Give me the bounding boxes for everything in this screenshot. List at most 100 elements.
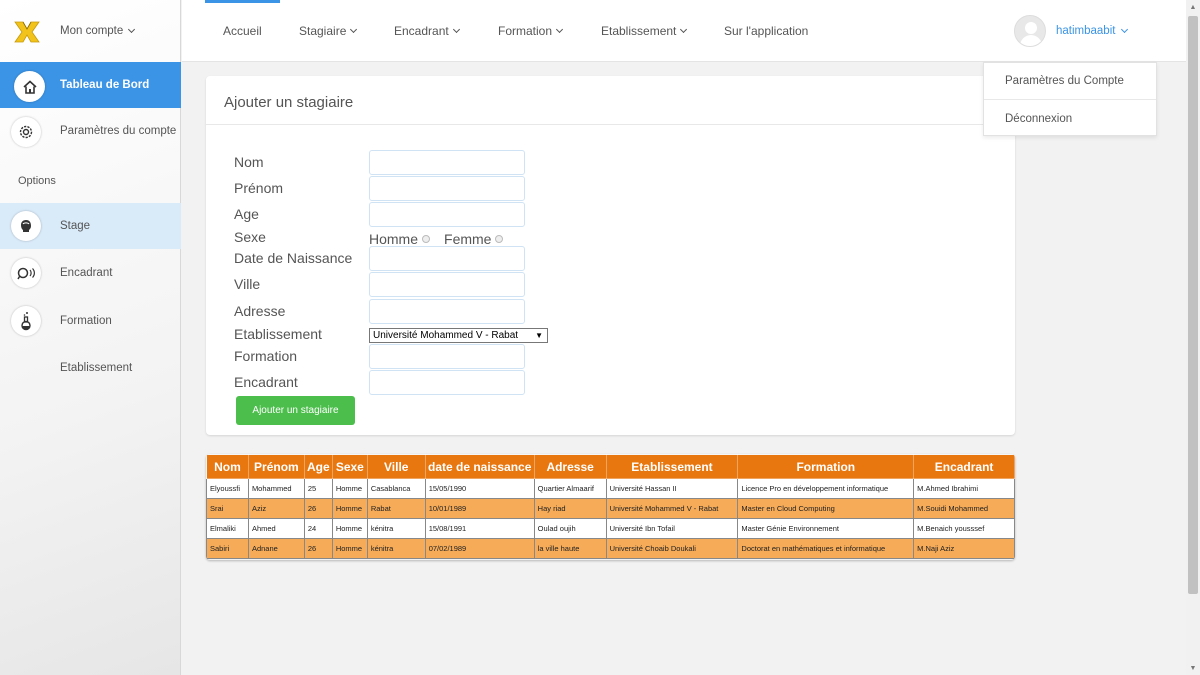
add-intern-panel: Ajouter un stagiaire Nom Prénom Age Sexe… — [206, 76, 1015, 435]
account-menu-label: Mon compte — [60, 25, 124, 37]
column-header: Prénom — [247, 454, 305, 479]
prenom-label: Prénom — [234, 180, 284, 196]
table-body: Elyoussfi Mohammed 25 Homme Casablanca 15/05/… — [206, 478, 1015, 559]
column-header: Sexe — [331, 454, 368, 479]
logo-icon — [14, 21, 40, 43]
nav-item-label: Etablissement — [601, 24, 677, 38]
nav-item-formation[interactable]: Formation — [498, 24, 564, 38]
gear-icon — [11, 117, 41, 147]
birthdate-label: Date de Naissance — [234, 250, 353, 266]
table-cell: Quartier Almaarif — [533, 478, 607, 499]
menu-item-logout[interactable]: Déconnexion — [984, 113, 1156, 125]
sidebar-item-account-settings[interactable]: Paramètres du compte — [0, 110, 181, 154]
sidebar-item-label: Encadrant — [60, 267, 113, 279]
table-cell: Casablanca — [366, 478, 426, 499]
speech-icon — [11, 258, 41, 288]
sidebar-item-dashboard[interactable]: Tableau de Bord — [0, 62, 181, 108]
table-cell: Homme — [331, 518, 368, 539]
nav-active-indicator — [205, 0, 280, 3]
table-header-row: Nom Prénom Age Sexe Ville date de naissance Ad… — [206, 454, 1015, 479]
nav-item-stagiaire[interactable]: Stagiaire — [299, 24, 358, 38]
sidebar-item-etablissement[interactable]: Etablissement — [0, 355, 181, 381]
table-cell: 10/01/1989 — [424, 498, 535, 519]
add-intern-button[interactable]: Ajouter un stagiaire — [236, 396, 355, 425]
radio-homme[interactable] — [422, 235, 431, 243]
etablissement-select[interactable]: Université Mohammed V - Rabat ▼ — [369, 328, 548, 343]
encadrant-label: Encadrant — [234, 374, 298, 390]
chevron-down-icon — [350, 25, 358, 34]
table-cell: Master en Cloud Computing — [737, 498, 915, 519]
sidebar: Mon compte Tableau de Bord Paramètres du… — [0, 0, 181, 675]
ville-input[interactable] — [369, 272, 525, 297]
table-cell: Doctorat en mathématiques et informatiqu… — [737, 538, 915, 559]
formation-input[interactable] — [369, 344, 525, 369]
table-cell: Srai — [206, 498, 249, 519]
sidebar-item-label: Paramètres du compte — [60, 125, 177, 137]
nav-item-label: Stagiaire — [299, 24, 347, 38]
table-cell: Elmaliki — [206, 518, 249, 539]
column-header: Adresse — [533, 454, 607, 479]
scrollbar-thumb[interactable] — [1188, 16, 1198, 594]
table-cell: M.Ahmed Ibrahimi — [913, 478, 1015, 499]
chevron-down-icon — [1121, 25, 1129, 34]
table-row: Elyoussfi Mohammed 25 Homme Casablanca 15/05/… — [206, 478, 1015, 499]
sidebar-item-formation[interactable]: Formation — [0, 303, 181, 339]
etablissement-selected-value: Université Mohammed V - Rabat — [373, 330, 519, 341]
nav-item-accueil[interactable]: Accueil — [223, 24, 262, 38]
ville-label: Ville — [234, 276, 261, 292]
adresse-input[interactable] — [369, 299, 525, 324]
sidebar-item-label: Tableau de Bord — [60, 79, 150, 91]
account-menu[interactable]: Mon compte — [60, 25, 136, 37]
radio-femme[interactable] — [495, 235, 504, 243]
table-cell: 15/08/1991 — [424, 518, 535, 539]
sexe-radio-group: Homme Femme — [369, 231, 504, 247]
sidebar-item-encadrant[interactable]: Encadrant — [0, 255, 181, 291]
table-cell: M.Naji Aziz — [913, 538, 1015, 559]
nav-item-encadrant[interactable]: Encadrant — [394, 24, 460, 38]
encadrant-input[interactable] — [369, 370, 525, 395]
table-cell: Licence Pro en développement informatiqu… — [737, 478, 915, 499]
panel-title: Ajouter un stagiaire — [224, 94, 354, 111]
prenom-input[interactable] — [369, 176, 525, 201]
table-cell: Université Choaib Doukali — [605, 538, 739, 559]
page-scrollbar[interactable]: ▲ ▼ — [1186, 0, 1200, 675]
scroll-down-icon[interactable]: ▼ — [1186, 661, 1200, 675]
table-cell: kénitra — [366, 538, 426, 559]
menu-divider — [984, 99, 1156, 100]
birthdate-input[interactable] — [369, 246, 525, 271]
table-cell: M.Souidi Mohammed — [913, 498, 1015, 519]
menu-item-account-settings[interactable]: Paramètres du Compte — [984, 75, 1156, 87]
user-menu[interactable]: hatimbaabit — [1014, 15, 1129, 47]
radio-label-homme: Homme — [369, 231, 419, 247]
username: hatimbaabit — [1056, 25, 1116, 37]
dropdown-arrow-icon: ▼ — [535, 331, 543, 340]
flask-icon — [11, 306, 41, 336]
column-header: date de naissance — [424, 454, 535, 479]
table-cell: Homme — [331, 538, 368, 559]
table-cell: M.Benaich yousssef — [913, 518, 1015, 539]
table-cell: Hay riad — [533, 498, 607, 519]
avatar — [1014, 15, 1046, 47]
nav-item-label: Accueil — [223, 24, 262, 38]
nom-input[interactable] — [369, 150, 525, 175]
column-header: Etablissement — [605, 454, 739, 479]
scroll-up-icon[interactable]: ▲ — [1186, 0, 1200, 14]
table-cell: Elyoussfi — [206, 478, 249, 499]
chevron-down-icon — [128, 25, 136, 34]
table-cell: Aziz — [247, 498, 305, 519]
divider — [206, 124, 1015, 125]
table-cell: la ville haute — [533, 538, 607, 559]
table-cell: 25 — [303, 478, 333, 499]
table-row: Sabiri Adnane 26 Homme kénitra 07/02/1989 la v… — [206, 538, 1015, 559]
top-nav: Accueil Stagiaire Encadrant Formation Et… — [182, 0, 1186, 62]
sidebar-section-label: Options — [18, 175, 56, 187]
home-icon — [14, 71, 45, 102]
chevron-down-icon — [555, 25, 564, 34]
nav-item-etablissement[interactable]: Etablissement — [601, 24, 688, 38]
age-input[interactable] — [369, 202, 525, 227]
sidebar-item-stage[interactable]: Stage — [0, 203, 181, 249]
nav-item-about[interactable]: Sur l'application — [724, 24, 808, 38]
table-cell: 07/02/1989 — [424, 538, 535, 559]
table-cell: Homme — [331, 498, 368, 519]
nom-label: Nom — [234, 154, 264, 170]
